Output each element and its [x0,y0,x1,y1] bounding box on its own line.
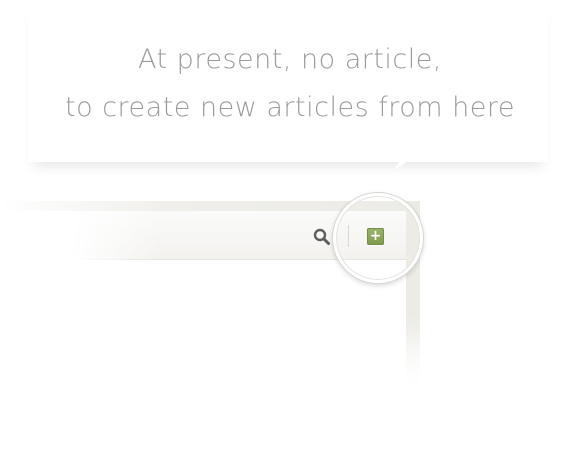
panel-fade [0,330,430,400]
toolbar-fade [0,211,160,261]
empty-state-bubble [28,0,548,162]
search-button[interactable] [313,228,331,246]
search-icon [313,228,330,245]
empty-state-message-line2: to create new articles from here [65,92,515,123]
add-article-button[interactable]: + [367,228,384,245]
empty-state-message-line1: At present, no article, [138,44,442,75]
